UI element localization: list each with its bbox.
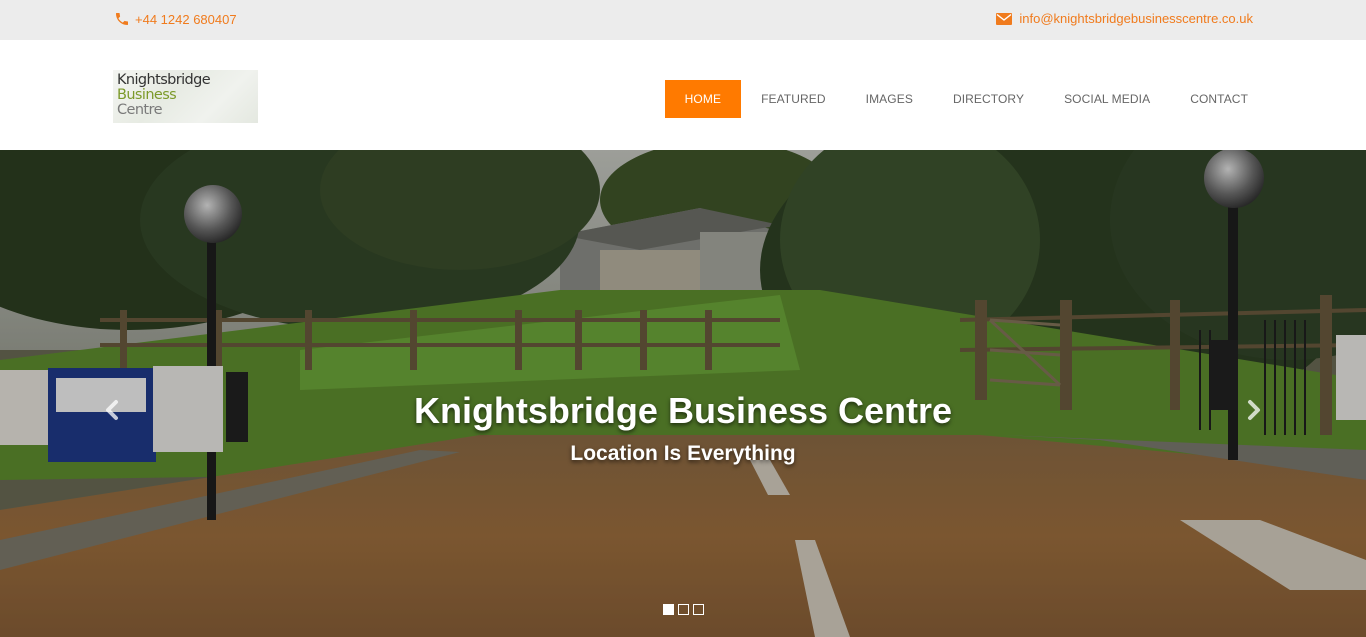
chevron-right-icon bbox=[1245, 399, 1263, 421]
nav-item-directory[interactable]: DIRECTORY bbox=[933, 80, 1044, 118]
site-logo[interactable]: Knightsbridge Business Centre bbox=[113, 70, 258, 123]
carousel-dot-1[interactable] bbox=[662, 604, 674, 615]
phone-icon bbox=[114, 11, 130, 27]
nav-item-images[interactable]: IMAGES bbox=[846, 80, 933, 118]
phone-number: +44 1242 680407 bbox=[135, 11, 237, 27]
nav-item-social-media[interactable]: SOCIAL MEDIA bbox=[1044, 80, 1170, 118]
phone-link[interactable]: +44 1242 680407 bbox=[114, 11, 237, 27]
hero-carousel: Knightsbridge Business Centre Location I… bbox=[0, 150, 1366, 637]
carousel-dot-3[interactable] bbox=[692, 604, 704, 615]
nav-item-featured[interactable]: FEATURED bbox=[741, 80, 846, 118]
carousel-next-button[interactable] bbox=[1240, 396, 1268, 424]
hero-title: Knightsbridge Business Centre bbox=[413, 390, 953, 431]
nav-item-home[interactable]: HOME bbox=[664, 80, 742, 118]
logo-line-1: Knightsbridge bbox=[117, 72, 211, 88]
logo-line-2: Business bbox=[117, 87, 177, 103]
hero-subtitle: Location Is Everything bbox=[570, 442, 796, 465]
envelope-icon bbox=[996, 12, 1013, 25]
site-header: Knightsbridge Business Centre HOME FEATU… bbox=[0, 40, 1366, 150]
carousel-indicators bbox=[0, 604, 1366, 615]
email-link[interactable]: info@knightsbridgebusinesscentre.co.uk bbox=[996, 11, 1253, 26]
chevron-left-icon bbox=[103, 399, 121, 421]
main-navigation: HOME FEATURED IMAGES DIRECTORY SOCIAL ME… bbox=[664, 80, 1268, 118]
email-address: info@knightsbridgebusinesscentre.co.uk bbox=[1019, 11, 1253, 26]
carousel-dot-2[interactable] bbox=[677, 604, 689, 615]
carousel-prev-button[interactable] bbox=[98, 396, 126, 424]
logo-line-3: Centre bbox=[117, 102, 162, 118]
top-contact-bar: +44 1242 680407 info@knightsbridgebusine… bbox=[0, 0, 1366, 40]
nav-item-contact[interactable]: CONTACT bbox=[1170, 80, 1268, 118]
